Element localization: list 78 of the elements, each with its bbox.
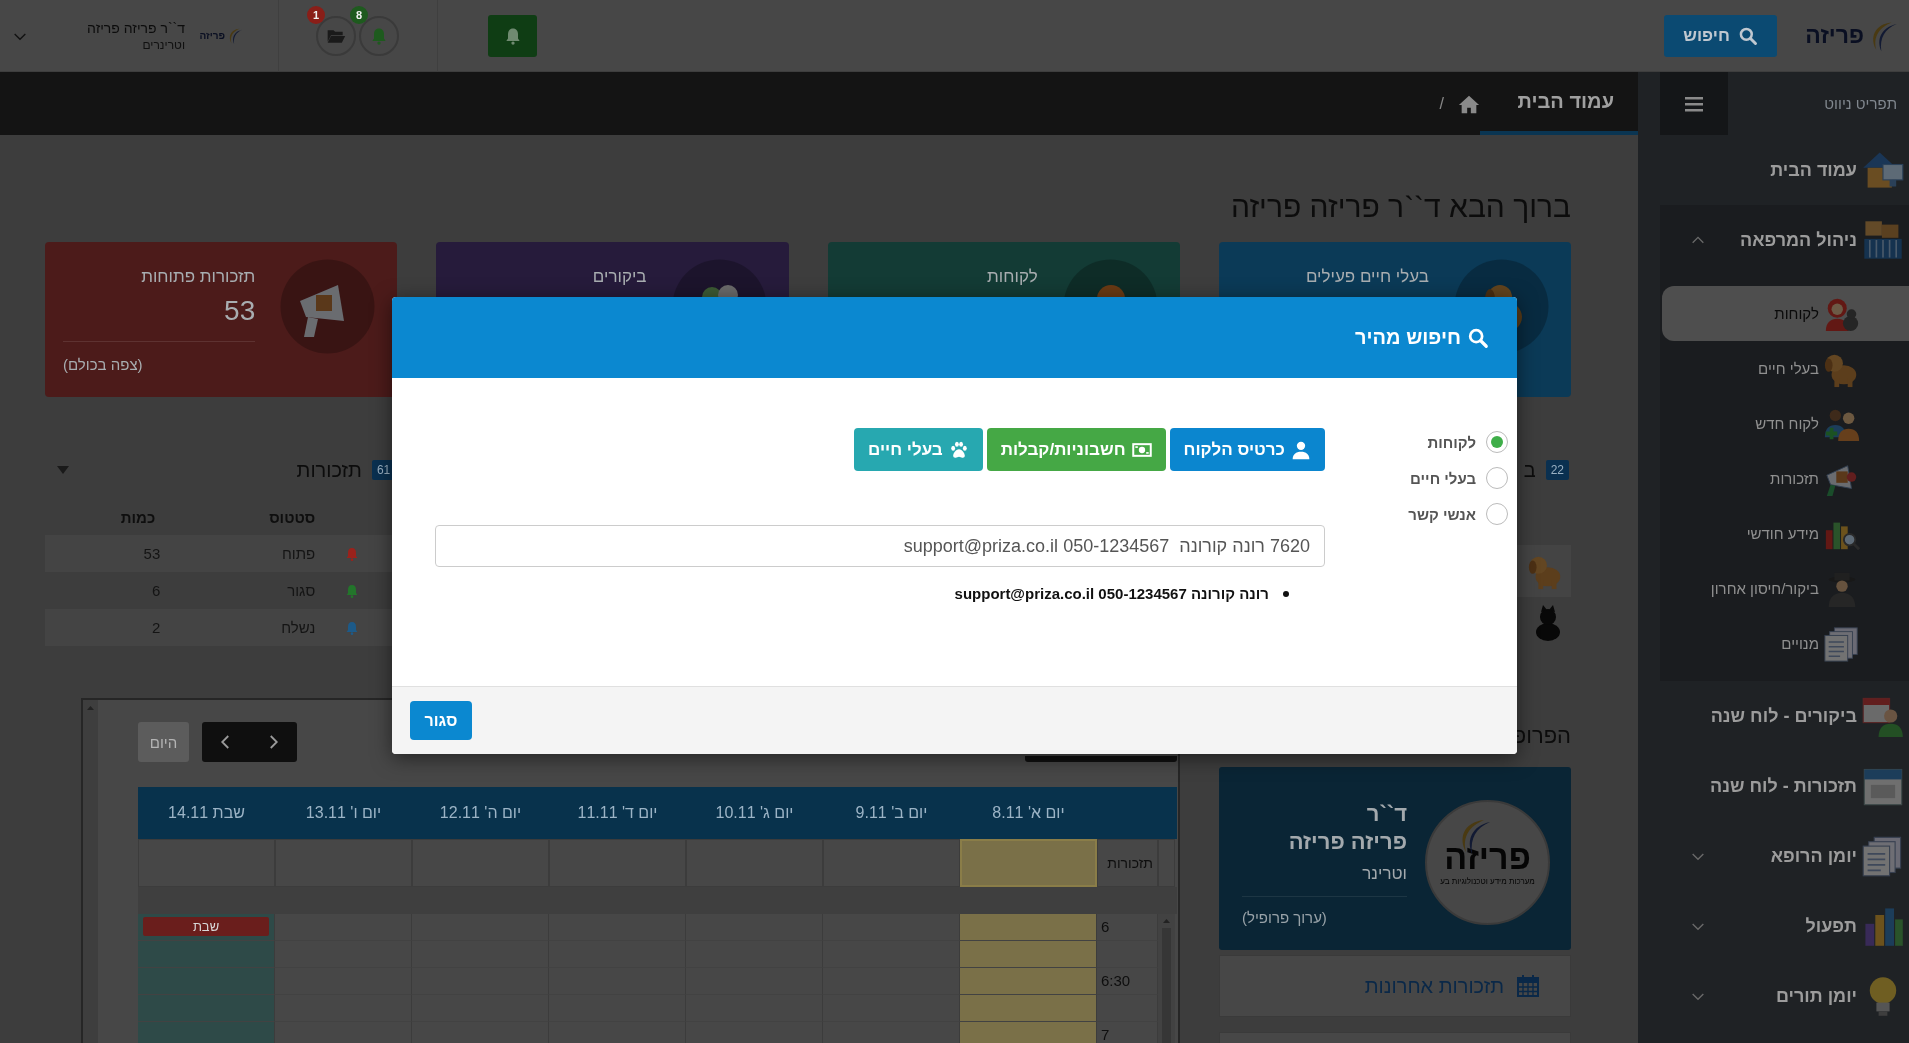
count-badge: 8 bbox=[350, 5, 368, 24]
sidebar-item[interactable]: תזכורות - לוח שנה bbox=[1638, 751, 1909, 821]
menu-title: תפריט ניווט bbox=[1824, 95, 1898, 112]
action-button[interactable]: חשבוניות/קבלות bbox=[986, 428, 1166, 471]
action-button[interactable]: כרטיס הלקוח bbox=[1169, 428, 1325, 471]
sidebar-item[interactable]: יומן הרופא bbox=[1638, 821, 1909, 891]
day-header: שבת 14.11 bbox=[167, 803, 246, 823]
sidebar-subitem[interactable]: תזכורות bbox=[1662, 451, 1909, 506]
close-button[interactable]: סגור bbox=[410, 701, 472, 740]
logo-tagline: מערכות מידע וטכנולוגיות בע bbox=[1440, 877, 1535, 886]
radio-label: בעלי חיים bbox=[1410, 469, 1476, 487]
time-label: 7 bbox=[1097, 1022, 1158, 1043]
logo-text: פריזה bbox=[1805, 22, 1864, 49]
edit-profile-link[interactable]: (ערוך פרופיל) bbox=[1242, 909, 1407, 926]
count-badge: 22 bbox=[1545, 460, 1569, 480]
logo-text: פריזה bbox=[1444, 839, 1531, 875]
radio-button[interactable] bbox=[1486, 467, 1508, 489]
card-title: ביקורים bbox=[591, 267, 647, 287]
sidebar-item[interactable]: עמוד הבית bbox=[1638, 135, 1909, 205]
card-value: 53 bbox=[223, 295, 256, 327]
sidebar-subitem[interactable]: ביקור/חיסון אחרון bbox=[1662, 561, 1909, 616]
profile-title: ד``ר bbox=[1365, 800, 1407, 828]
time-label: 6:30 bbox=[1097, 968, 1158, 995]
day-header: יום ב' 9.11 bbox=[854, 803, 929, 823]
notify-button[interactable] bbox=[488, 14, 537, 57]
calendar-cell bbox=[1097, 995, 1158, 1022]
user-icon bbox=[1291, 439, 1311, 460]
card-title: בעלי חיים פעילים bbox=[1304, 267, 1429, 287]
radio-label: לקוחות bbox=[1427, 433, 1476, 451]
search-field[interactable]: 7620 רונה קורונה 050-1234567 support@priza.co.il bbox=[435, 525, 1325, 567]
sidebar-item[interactable]: תפעול bbox=[1638, 891, 1909, 961]
bullet-icon bbox=[1283, 590, 1289, 597]
day-header: יום א' 8.11 bbox=[991, 803, 1066, 823]
menu-button[interactable] bbox=[1660, 72, 1728, 135]
sidebar-subitem[interactable]: מידע חודשי bbox=[1662, 506, 1909, 561]
action-button[interactable]: בעלי חיים bbox=[854, 428, 983, 471]
card-title: תזכורות פתוחות bbox=[140, 267, 256, 287]
row-label: תזכורות bbox=[1097, 839, 1158, 887]
sidebar-item[interactable]: ניהול המרפאה bbox=[1660, 205, 1909, 275]
sidebar-subitem[interactable]: לקוח חדש bbox=[1662, 396, 1909, 451]
search-icon bbox=[1737, 25, 1758, 46]
radio-label: אנשי קשר bbox=[1408, 505, 1476, 523]
search-button[interactable]: חיפוש bbox=[1664, 14, 1777, 57]
breadcrumb-tab[interactable]: עמוד הבית bbox=[1480, 72, 1638, 135]
time-label: 6 bbox=[1097, 914, 1158, 941]
sidebar-subitem[interactable]: מנויים bbox=[1662, 616, 1909, 671]
boxes-icon bbox=[1861, 218, 1905, 262]
today-button[interactable]: היום bbox=[138, 722, 189, 762]
calendar-cell bbox=[1097, 941, 1158, 968]
user-name: ד``ר פריזה פריזה bbox=[86, 19, 185, 36]
profile-name: פריזה פריזה bbox=[1287, 828, 1407, 856]
megaphone-icon bbox=[280, 259, 376, 354]
profile-role: וטרינר bbox=[1242, 864, 1407, 897]
caret-down-icon bbox=[57, 466, 69, 474]
day-header: יום ד' 11.11 bbox=[576, 803, 659, 823]
sidebar-item[interactable]: יומן תורים bbox=[1638, 961, 1909, 1031]
search-result[interactable]: רונה קורונה 050-1234567 support@priza.co.il bbox=[954, 585, 1269, 602]
card-title: תזכורות אחרונות bbox=[1364, 974, 1504, 998]
count-badge: 1 bbox=[307, 5, 325, 24]
day-tag: שבת bbox=[143, 917, 269, 936]
sidebar-subitem[interactable]: בעלי חיים bbox=[1662, 341, 1909, 396]
logo-text: פריזה bbox=[199, 30, 225, 41]
day-header: יום ו' 13.11 bbox=[304, 803, 383, 823]
calendar-cell bbox=[1158, 839, 1175, 887]
day-header: יום ג' 10.11 bbox=[714, 803, 795, 823]
modal-title: חיפוש מהיר bbox=[1355, 326, 1461, 349]
breadcrumb-separator: / bbox=[1439, 94, 1444, 113]
day-header: יום ה' 12.11 bbox=[438, 803, 523, 823]
view-button[interactable] bbox=[1024, 756, 1177, 762]
paw-icon bbox=[948, 439, 969, 460]
radio-button[interactable] bbox=[1486, 431, 1508, 453]
sidebar-item[interactable]: ביקורים - לוח שנה bbox=[1638, 681, 1909, 751]
radio-button[interactable] bbox=[1486, 503, 1508, 525]
documents-icon bbox=[1823, 624, 1861, 663]
user-role: וטרינרים bbox=[141, 37, 185, 52]
calendar-icon bbox=[1516, 974, 1540, 998]
card-title: לקוחות bbox=[986, 267, 1038, 287]
view-all-link[interactable]: (צפה בכולם) bbox=[63, 341, 256, 373]
